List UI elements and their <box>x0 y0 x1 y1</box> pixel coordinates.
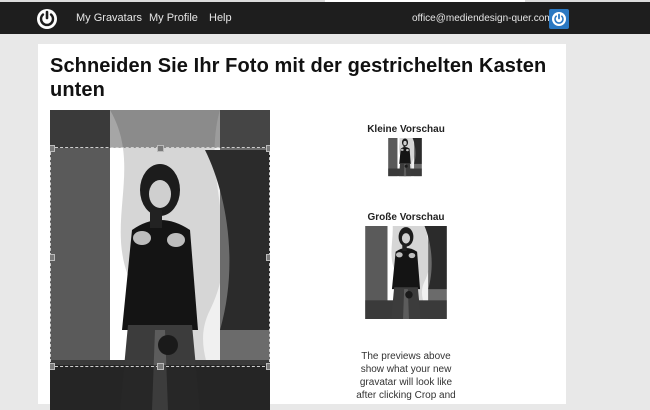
power-icon[interactable] <box>36 8 58 30</box>
crop-handle-se[interactable] <box>266 363 270 370</box>
power-icon <box>552 12 566 26</box>
nav-my-profile[interactable]: My Profile <box>149 12 198 25</box>
crop-handle-w[interactable] <box>50 254 55 261</box>
page-title: Schneiden Sie Ihr Foto mit der gestriche… <box>50 55 547 101</box>
navbar: My Gravatars My Profile Help office@medi… <box>0 2 650 34</box>
crop-handle-n[interactable] <box>157 145 164 152</box>
account-email[interactable]: office@mediendesign-quer.com <box>412 12 553 25</box>
small-preview-image <box>382 138 428 184</box>
preview-note: The previews above show what your new gr… <box>356 351 456 401</box>
nav-my-gravatars[interactable]: My Gravatars <box>76 12 142 25</box>
crop-selection-box[interactable] <box>50 145 270 370</box>
nav-help[interactable]: Help <box>209 12 232 25</box>
crop-handle-sw[interactable] <box>50 363 55 370</box>
crop-handle-s[interactable] <box>157 363 164 370</box>
content-card: Schneiden Sie Ihr Foto mit der gestriche… <box>38 44 566 410</box>
crop-handle-e[interactable] <box>266 254 270 261</box>
large-preview-image <box>350 226 462 338</box>
crop-handle-ne[interactable] <box>266 145 270 152</box>
crop-handle-nw[interactable] <box>50 145 55 152</box>
large-preview-label: Große Vorschau <box>367 212 445 223</box>
crop-area[interactable] <box>50 110 270 410</box>
avatar[interactable] <box>549 9 569 29</box>
small-preview-label: Kleine Vorschau <box>367 124 445 135</box>
